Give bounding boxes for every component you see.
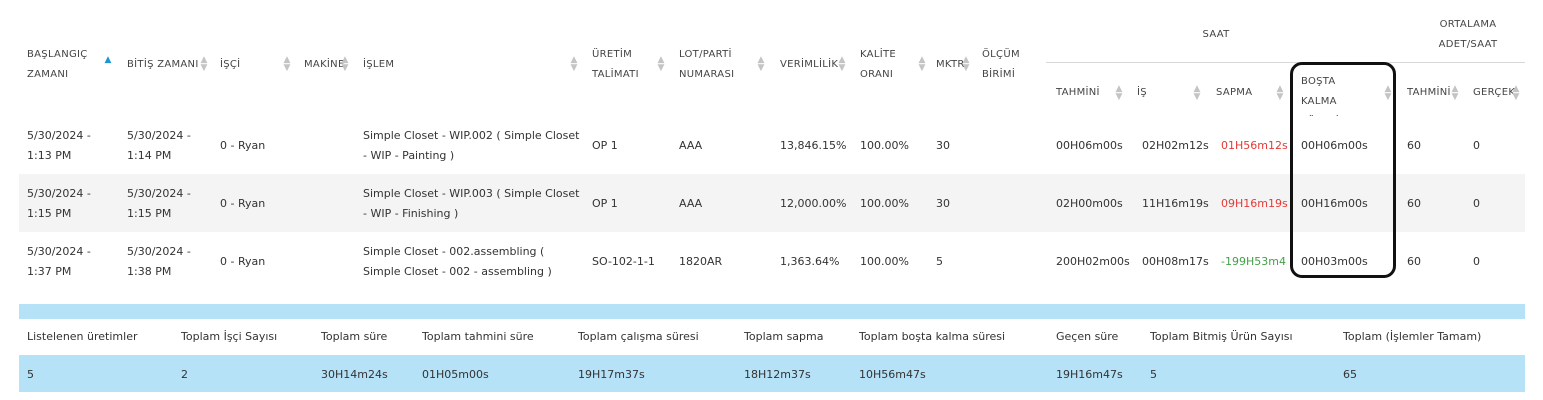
sort-icon-end-time[interactable]: ▲ ▼: [200, 56, 208, 73]
cell-end: 5/30/2024 - 1:14 PM: [127, 129, 191, 162]
sort-icon-work[interactable]: ▲ ▼: [1193, 85, 1201, 102]
cell-avg-actual: 0: [1473, 197, 1480, 210]
cell-start: 5/30/2024 - 1:13 PM: [27, 129, 91, 162]
cell-end: 5/30/2024 - 1:38 PM: [127, 245, 191, 278]
summary-label-elapsed: Geçen süre: [1056, 330, 1119, 343]
cell-efficiency: 1,363.64%: [780, 255, 840, 268]
cell-quality: 100.00%: [860, 255, 909, 268]
summary-label-total-deviation: Toplam sapma: [744, 330, 824, 343]
header-avg-actual[interactable]: GERÇEK: [1473, 83, 1515, 103]
sort-icon-worker[interactable]: ▲ ▼: [283, 56, 291, 73]
summary-label-total-time: Toplam süre: [321, 330, 388, 343]
summary-label-finished: Toplam Bitmiş Ürün Sayısı: [1150, 330, 1293, 343]
sort-icon-operation[interactable]: ▲ ▼: [570, 56, 578, 73]
cell-operation: Simple Closet - WIP.002 ( Simple Closet …: [363, 129, 580, 162]
cell-qty: 30: [936, 197, 950, 210]
sort-icon-quality[interactable]: ▲ ▼: [918, 56, 926, 73]
cell-lot: AAA: [679, 139, 703, 152]
header-efficiency[interactable]: VERİMLİLİK: [780, 55, 838, 75]
cell-end: 5/30/2024 - 1:15 PM: [127, 187, 191, 220]
header-group-average: ORTALAMA ADET/SAAT: [1438, 19, 1498, 50]
header-unit[interactable]: ÖLÇÜM BİRİMİ: [982, 45, 1037, 85]
header-quality[interactable]: KALİTE ORANI: [860, 45, 915, 85]
cell-deviation: -199H53m43s: [1221, 255, 1287, 268]
idle-column-highlight: [1290, 62, 1396, 278]
cell-start: 5/30/2024 - 1:15 PM: [27, 187, 91, 220]
cell-avg-actual: 0: [1473, 139, 1480, 152]
cell-lot: 1820AR: [679, 255, 723, 268]
summary-value-total-ops: 65: [1343, 368, 1357, 381]
summary-label-total-ops: Toplam (İşlemler Tamam): [1343, 330, 1482, 343]
sort-icon-machine[interactable]: ▲ ▼: [341, 56, 349, 73]
cell-deviation: 01H56m12s: [1221, 139, 1288, 152]
cell-order: SO-102-1-1: [592, 255, 655, 268]
summary-label-listed: Listelenen üretimler: [27, 330, 138, 343]
sort-icon-qty[interactable]: ▲ ▼: [962, 56, 970, 73]
cell-work: 00H08m17s: [1142, 255, 1209, 268]
cell-estimated: 00H06m00s: [1056, 139, 1123, 152]
sort-icon-start-time[interactable]: ▲: [104, 56, 112, 65]
cell-order: OP 1: [592, 197, 618, 210]
summary-value-workers: 2: [181, 368, 188, 381]
cell-lot: AAA: [679, 197, 703, 210]
cell-efficiency: 12,000.00%: [780, 197, 847, 210]
header-group-hour: SAAT: [1202, 29, 1230, 40]
cell-worker: 0 - Ryan: [220, 139, 266, 152]
sort-icon-production-order[interactable]: ▲ ▼: [657, 56, 665, 73]
header-worker[interactable]: İŞÇİ: [220, 55, 240, 75]
cell-quality: 100.00%: [860, 139, 909, 152]
cell-operation: Simple Closet - WIP.003 ( Simple Closet …: [363, 187, 580, 220]
summary-label-workers: Toplam İşçi Sayısı: [181, 330, 278, 343]
cell-avg-estimated: 60: [1407, 197, 1421, 210]
cell-work: 02H02m12s: [1142, 139, 1209, 152]
cell-operation: Simple Closet - 002.assembling ( Simple …: [363, 245, 552, 278]
cell-avg-estimated: 60: [1407, 139, 1421, 152]
sort-icon-deviation[interactable]: ▲ ▼: [1276, 85, 1284, 102]
cell-deviation: 09H16m19s: [1221, 197, 1288, 210]
summary-value-total-work: 19H17m37s: [578, 368, 645, 381]
cell-qty: 5: [936, 255, 943, 268]
header-deviation[interactable]: SAPMA: [1216, 83, 1252, 103]
header-operation[interactable]: İŞLEM: [363, 55, 394, 75]
header-avg-estimated[interactable]: TAHMİNİ: [1407, 83, 1451, 103]
summary-value-total-time: 30H14m24s: [321, 368, 388, 381]
header-estimated[interactable]: TAHMİNİ: [1056, 83, 1100, 103]
summary-value-total-idle: 10H56m47s: [859, 368, 926, 381]
header-end-time[interactable]: BİTİŞ ZAMANI: [127, 55, 199, 75]
summary-value-finished: 5: [1150, 368, 1157, 381]
cell-avg-actual: 0: [1473, 255, 1480, 268]
cell-efficiency: 13,846.15%: [780, 139, 847, 152]
header-work[interactable]: İŞ: [1137, 83, 1147, 103]
cell-worker: 0 - Ryan: [220, 255, 266, 268]
cell-estimated: 02H00m00s: [1056, 197, 1123, 210]
sort-icon-lot[interactable]: ▲ ▼: [757, 56, 765, 73]
header-start-time[interactable]: BAŞLANGIÇ ZAMANI: [27, 45, 103, 85]
cell-avg-estimated: 60: [1407, 255, 1421, 268]
cell-estimated: 200H02m00s: [1056, 255, 1130, 268]
sort-icon-efficiency[interactable]: ▲ ▼: [838, 56, 846, 73]
header-production-order[interactable]: ÜRETİM TALİMATI: [592, 45, 652, 85]
cell-qty: 30: [936, 139, 950, 152]
header-machine[interactable]: MAKİNE: [304, 55, 345, 75]
cell-order: OP 1: [592, 139, 618, 152]
summary-value-listed: 5: [27, 368, 34, 381]
group-divider: [1046, 62, 1525, 63]
sort-icon-avg-actual[interactable]: ▲ ▼: [1512, 85, 1520, 102]
cell-quality: 100.00%: [860, 197, 909, 210]
summary-value-total-deviation: 18H12m37s: [744, 368, 811, 381]
summary-value-elapsed: 19H16m47s: [1056, 368, 1123, 381]
summary-top-band: [19, 304, 1525, 319]
cell-work: 11H16m19s: [1142, 197, 1209, 210]
summary-label-total-estimated: Toplam tahmini süre: [422, 330, 534, 343]
summary-label-total-idle: Toplam boşta kalma süresi: [859, 330, 1006, 343]
summary-value-total-estimated: 01H05m00s: [422, 368, 489, 381]
sort-icon-avg-estimated[interactable]: ▲ ▼: [1451, 85, 1459, 102]
cell-start: 5/30/2024 - 1:37 PM: [27, 245, 91, 278]
header-qty[interactable]: MKTR: [936, 55, 965, 75]
sort-icon-estimated[interactable]: ▲ ▼: [1115, 85, 1123, 102]
header-lot[interactable]: LOT/PARTİ NUMARASI: [679, 45, 749, 85]
summary-label-total-work: Toplam çalışma süresi: [578, 330, 699, 343]
cell-worker: 0 - Ryan: [220, 197, 266, 210]
